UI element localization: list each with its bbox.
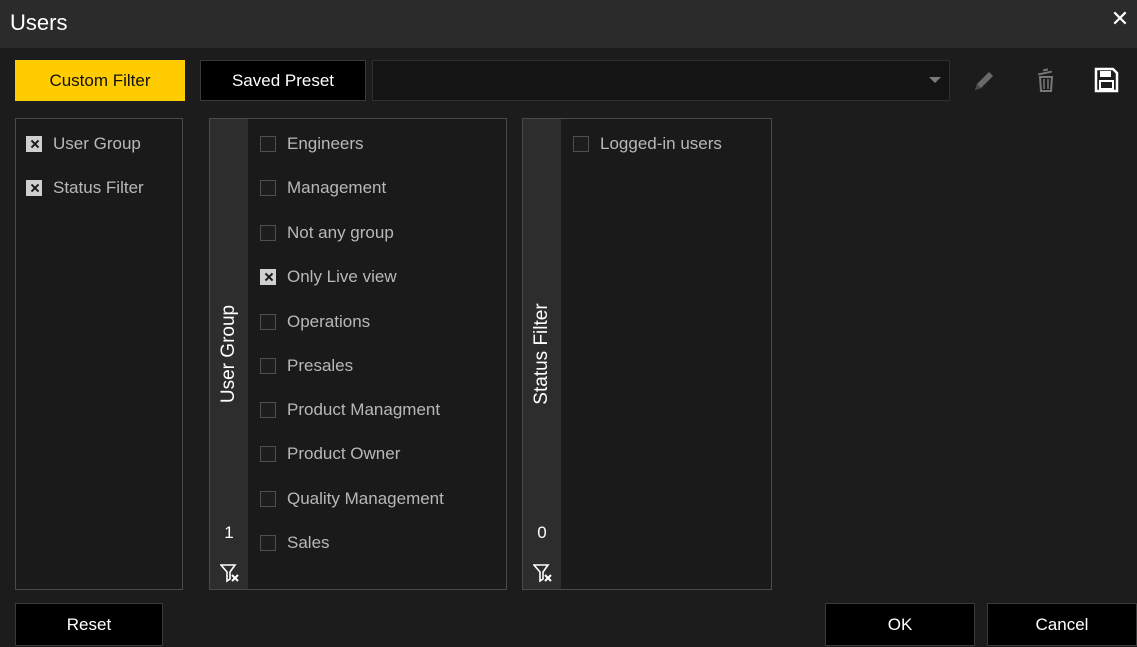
checkbox[interactable]	[260, 314, 276, 330]
user-group-title: User Group	[218, 304, 239, 404]
checkbox[interactable]	[573, 136, 589, 152]
group-item[interactable]: Presales	[260, 353, 353, 379]
checkbox[interactable]	[260, 136, 276, 152]
group-item[interactable]: Management	[260, 175, 386, 201]
cancel-button[interactable]: Cancel	[987, 603, 1137, 646]
checkbox[interactable]	[260, 402, 276, 418]
group-item-label: Presales	[287, 356, 354, 375]
checkbox[interactable]	[26, 136, 42, 152]
group-item-label: Sales	[287, 533, 330, 552]
checkbox[interactable]	[26, 180, 42, 196]
title-bar: Users ✕	[0, 0, 1137, 48]
checkbox[interactable]	[260, 358, 276, 374]
group-item[interactable]: Sales	[260, 530, 330, 556]
clear-filter-icon[interactable]	[220, 563, 240, 583]
user-group-count: 1	[224, 523, 234, 542]
filter-user-group[interactable]: User Group	[26, 131, 141, 157]
close-icon[interactable]: ✕	[1109, 8, 1131, 30]
checkbox[interactable]	[260, 491, 276, 507]
filter-list-panel: User Group Status Filter	[15, 118, 183, 590]
reset-button[interactable]: Reset	[15, 603, 163, 646]
user-group-panel: User Group 1 Engineers Management Not an…	[209, 118, 507, 590]
status-filter-count: 0	[537, 523, 547, 542]
clear-filter-icon[interactable]	[533, 563, 553, 583]
group-item-label: Quality Management	[287, 489, 444, 508]
checkbox[interactable]	[260, 225, 276, 241]
group-item[interactable]: Operations	[260, 309, 370, 335]
group-item[interactable]: Product Managment	[260, 397, 440, 423]
ok-button[interactable]: OK	[825, 603, 975, 646]
status-filter-header: Status Filter 0	[523, 119, 561, 589]
filter-label: User Group	[53, 134, 141, 153]
status-item-label: Logged-in users	[600, 134, 722, 153]
checkbox[interactable]	[260, 446, 276, 462]
filter-label: Status Filter	[53, 178, 144, 197]
group-item[interactable]: Quality Management	[260, 486, 444, 512]
preset-dropdown[interactable]	[372, 60, 950, 101]
group-item-label: Product Owner	[287, 444, 401, 463]
chevron-down-icon[interactable]	[929, 77, 941, 83]
user-group-header: User Group 1	[210, 119, 248, 589]
custom-filter-tab[interactable]: Custom Filter	[15, 60, 185, 101]
group-item[interactable]: Only Live view	[260, 264, 397, 290]
group-item-label: Product Managment	[287, 400, 441, 419]
status-filter-panel: Status Filter 0 Logged-in users	[522, 118, 772, 590]
group-item-label: Not any group	[287, 223, 394, 242]
edit-icon[interactable]	[966, 64, 998, 96]
save-icon[interactable]	[1090, 64, 1122, 96]
status-filter-title: Status Filter	[531, 303, 552, 405]
checkbox[interactable]	[260, 535, 276, 551]
group-item-label: Operations	[287, 312, 371, 331]
group-item-label: Management	[287, 178, 387, 197]
filter-status[interactable]: Status Filter	[26, 175, 144, 201]
group-item[interactable]: Engineers	[260, 131, 364, 157]
status-item[interactable]: Logged-in users	[573, 131, 722, 157]
checkbox[interactable]	[260, 180, 276, 196]
group-item[interactable]: Product Owner	[260, 441, 400, 467]
delete-icon[interactable]	[1030, 64, 1062, 96]
group-item-label: Only Live view	[287, 267, 397, 286]
checkbox[interactable]	[260, 269, 276, 285]
group-item[interactable]: Not any group	[260, 220, 394, 246]
saved-preset-tab[interactable]: Saved Preset	[200, 60, 366, 101]
window-title: Users	[10, 10, 68, 35]
group-item-label: Engineers	[287, 134, 364, 153]
